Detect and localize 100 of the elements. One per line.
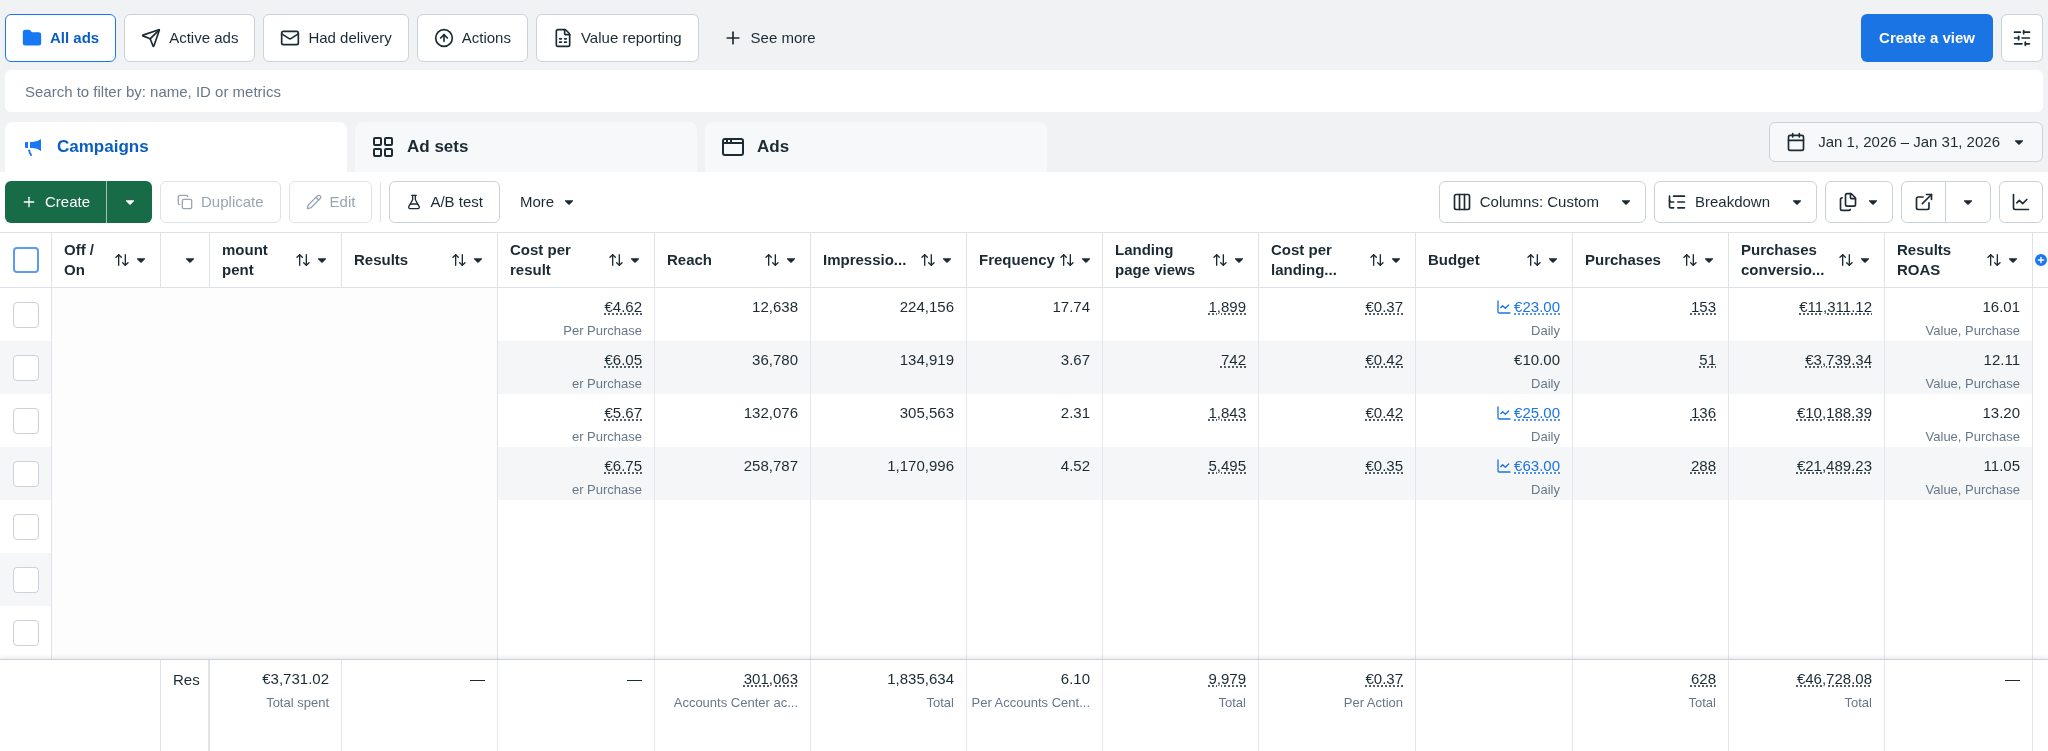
cell-value: 1,170,996 xyxy=(887,456,954,476)
cell-value: 9,979 xyxy=(1208,669,1246,689)
columns-button[interactable]: Columns: Custom xyxy=(1438,181,1646,223)
cell-caption: Daily xyxy=(1531,427,1560,446)
cell-value: 136 xyxy=(1690,403,1716,423)
totals-label: Res xyxy=(173,671,200,688)
column-header[interactable]: Cost per landing... xyxy=(1271,240,1365,280)
budget-link[interactable]: €23.00 xyxy=(1514,296,1560,319)
budget-link[interactable]: €25.00 xyxy=(1514,402,1560,425)
cell-value: €0.37 xyxy=(1365,297,1403,317)
cell-caption: er Purchase xyxy=(571,374,642,393)
filter-chip[interactable]: All ads xyxy=(5,14,117,62)
sort-icon[interactable] xyxy=(764,252,780,268)
cell-value: 1,899 xyxy=(1208,297,1246,317)
breakdown-icon xyxy=(1666,192,1687,212)
column-header[interactable]: Off / On xyxy=(64,240,110,280)
column-header[interactable]: Cost per result xyxy=(510,240,604,280)
ab-test-button[interactable]: A/B test xyxy=(389,181,500,223)
create-view-button[interactable]: Create a view xyxy=(1861,14,1993,62)
cell-value: 12.11 xyxy=(1983,350,2020,370)
column-header[interactable]: Frequency xyxy=(979,250,1055,270)
cell-value: 1,843 xyxy=(1208,403,1246,423)
more-button[interactable]: More xyxy=(507,181,589,223)
settings-button[interactable] xyxy=(2001,14,2043,62)
cell-caption: Per Purchase xyxy=(563,321,642,340)
column-header[interactable]: Impressio... xyxy=(823,250,916,270)
cell-value: €0.35 xyxy=(1365,456,1403,476)
sort-icon[interactable] xyxy=(1526,252,1542,268)
sort-icon[interactable] xyxy=(1058,252,1075,268)
sort-icon[interactable] xyxy=(1212,252,1228,268)
breakdown-button[interactable]: Breakdown xyxy=(1653,181,1817,223)
level-tab[interactable]: Ad sets xyxy=(355,122,697,172)
row-checkbox[interactable] xyxy=(12,566,39,593)
filter-icon xyxy=(22,28,42,48)
filter-chip[interactable]: Actions xyxy=(416,14,528,62)
row-checkbox[interactable] xyxy=(12,407,39,434)
column-header[interactable]: Purchases xyxy=(1585,250,1678,270)
add-column-icon[interactable] xyxy=(2033,252,2048,268)
filter-chip[interactable]: Value reporting xyxy=(535,14,699,62)
reports-icon xyxy=(1838,192,1858,212)
cell-caption: Total xyxy=(926,693,954,712)
date-range-picker[interactable]: Jan 1, 2026 – Jan 31, 2026 xyxy=(1769,122,2043,162)
chart-icon xyxy=(2011,192,2031,212)
chart-icon xyxy=(1496,299,1513,316)
column-header[interactable]: Budget xyxy=(1428,250,1522,270)
sort-icon[interactable] xyxy=(1838,252,1854,268)
sort-icon[interactable] xyxy=(451,252,467,268)
sort-icon[interactable] xyxy=(1682,252,1698,268)
column-header[interactable]: mount pent xyxy=(222,240,291,280)
row-checkbox[interactable] xyxy=(12,513,39,540)
calendar-icon xyxy=(1786,132,1807,152)
column-header[interactable]: Purchases conversio... xyxy=(1741,240,1834,280)
filter-chip[interactable]: Had delivery xyxy=(263,14,409,62)
columns-icon xyxy=(1451,192,1472,212)
sort-icon[interactable] xyxy=(114,252,130,268)
budget-link[interactable]: €63.00 xyxy=(1514,455,1560,478)
filter-chip[interactable]: Active ads xyxy=(124,14,256,62)
row-checkbox[interactable] xyxy=(12,460,39,487)
cell-value: €11,311.12 xyxy=(1799,297,1872,317)
sort-icon[interactable] xyxy=(920,252,936,268)
sort-icon[interactable] xyxy=(1369,252,1385,268)
cell-value: 132,076 xyxy=(743,403,798,423)
row-checkbox[interactable] xyxy=(12,354,39,381)
search-field[interactable]: Search to filter by: name, ID or metrics xyxy=(5,70,2043,112)
cell-caption: Total xyxy=(1844,693,1872,712)
cell-caption: Total xyxy=(1688,693,1716,712)
cell-value: — xyxy=(627,669,642,689)
cell-value: 6.10 xyxy=(1060,669,1090,689)
cell-caption: Per Accounts Cent... xyxy=(971,693,1090,712)
cell-value: €0.42 xyxy=(1365,350,1403,370)
level-tab[interactable]: Campaigns xyxy=(5,122,347,172)
cell-value: €10,188.39 xyxy=(1796,403,1872,423)
sort-icon[interactable] xyxy=(608,252,624,268)
row-checkbox[interactable] xyxy=(12,619,39,646)
reports-button[interactable] xyxy=(1825,181,1893,223)
row-checkbox[interactable] xyxy=(12,301,39,328)
cell-value: €46,728.08 xyxy=(1796,669,1872,689)
column-header[interactable]: Landing page views xyxy=(1115,240,1208,280)
column-header[interactable]: Results xyxy=(354,250,447,270)
cell-value: 224,156 xyxy=(899,297,954,317)
create-menu-button[interactable] xyxy=(106,181,153,223)
see-more-button[interactable]: See more xyxy=(706,14,832,62)
chart-button[interactable] xyxy=(1999,181,2043,223)
sort-icon[interactable] xyxy=(1986,252,2002,268)
level-tab[interactable]: Ads xyxy=(705,122,1047,172)
column-header[interactable]: Results ROAS xyxy=(1897,240,1982,280)
column-header[interactable]: Reach xyxy=(667,250,760,270)
cell-value: 4.52 xyxy=(1060,456,1090,476)
cell-value: 51 xyxy=(1699,350,1716,370)
select-all-checkbox[interactable] xyxy=(12,247,39,273)
sort-icon[interactable] xyxy=(295,252,311,268)
create-button[interactable]: Create xyxy=(5,181,107,223)
cell-value: 134,919 xyxy=(899,350,954,370)
cell-value: 5,495 xyxy=(1208,456,1246,476)
cell-value: 301,063 xyxy=(743,669,798,689)
cell-caption: Total xyxy=(1218,693,1246,712)
copy-icon xyxy=(177,194,194,210)
filter-icon xyxy=(141,28,162,48)
cell-value: €0.42 xyxy=(1365,403,1403,423)
cell-value: 1,835,634 xyxy=(887,669,954,689)
